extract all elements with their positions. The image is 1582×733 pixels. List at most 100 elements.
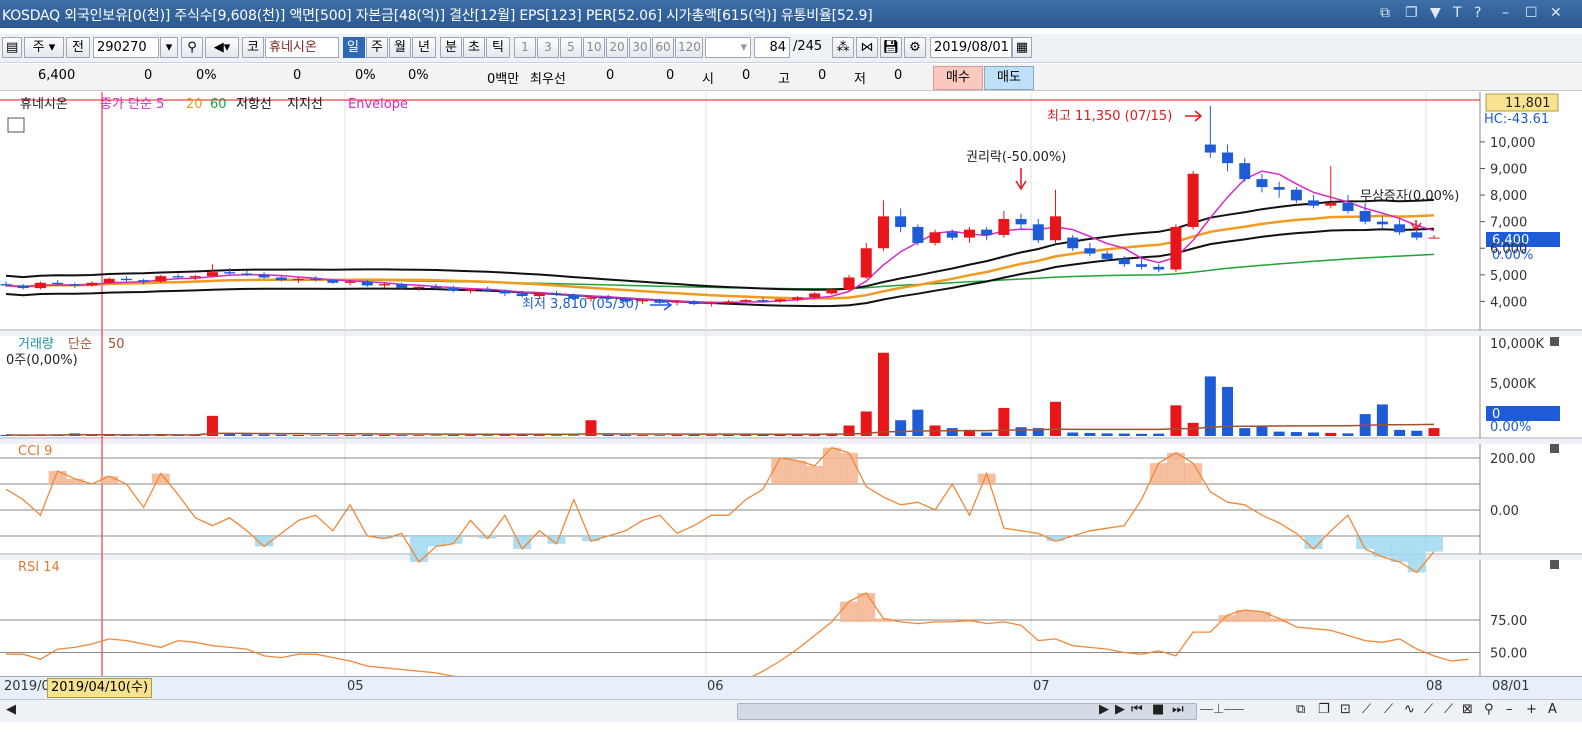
chart-canvas[interactable]: 휴네시온 종가 단순 5 20 60 저항선 지지선 Envelope 11,8… — [0, 92, 1582, 694]
pin-icon[interactable]: ▼ — [1430, 5, 1441, 21]
quote-bar: 6,400 0 0% 0 0% 0% 0백만 최우선 0 0 시 0 고 0 저… — [0, 64, 1582, 91]
scroll-left-icon[interactable]: ◀ — [6, 702, 16, 717]
interval-year[interactable]: 년 — [412, 37, 436, 58]
cci-overbought-fill — [771, 458, 790, 484]
minute-1[interactable]: 1 — [514, 37, 536, 58]
volume-bar — [1256, 426, 1268, 436]
market-label[interactable]: 코 — [242, 37, 264, 58]
minute-10[interactable]: 10 — [583, 37, 605, 58]
settings-gear-icon[interactable]: ⚙ — [904, 37, 926, 58]
buy-button[interactable]: 매수 — [933, 66, 983, 90]
help-icon[interactable]: ? — [1474, 5, 1481, 21]
search-icon[interactable]: ⚲ — [181, 37, 203, 58]
zoom-slider[interactable]: ⎯⎯⊥⎯⎯⎯ — [1200, 702, 1244, 717]
cci-overbought-fill — [65, 478, 84, 484]
calendar-icon[interactable]: ▦ — [1012, 37, 1032, 58]
candle-body — [275, 277, 287, 281]
legend-ma60: 60 — [210, 97, 227, 112]
copy-icon[interactable]: ❐ — [1405, 5, 1418, 21]
volume-bar — [757, 434, 769, 436]
indicator-add-icon[interactable]: ⋈ — [856, 37, 878, 58]
maximize-icon[interactable]: ☐ — [1525, 5, 1538, 21]
box-icon[interactable]: ⊠ — [1462, 702, 1473, 717]
candle-body — [172, 276, 184, 278]
sell-button[interactable]: 매도 — [984, 66, 1034, 90]
volume-panel-close-icon[interactable] — [1550, 337, 1559, 346]
interval-second[interactable]: 초 — [463, 37, 485, 58]
close-icon[interactable]: ✕ — [1550, 5, 1562, 21]
trend-icon[interactable]: ⟋ — [1424, 702, 1433, 717]
candle-body — [1325, 203, 1337, 206]
candle-body — [292, 278, 304, 281]
minute-3[interactable]: 3 — [537, 37, 559, 58]
candle-body — [895, 216, 907, 227]
chart-area[interactable]: 휴네시온 종가 단순 5 20 60 저항선 지지선 Envelope 11,8… — [0, 92, 1582, 694]
volume-bar — [671, 435, 683, 436]
minute-60[interactable]: 60 — [652, 37, 674, 58]
draw-line-icon[interactable]: ⟋ — [1362, 702, 1371, 717]
save-icon[interactable]: 💾︎ — [880, 37, 902, 58]
scroll-right-icon[interactable]: ▶ — [1099, 702, 1109, 717]
interval-minute[interactable]: 분 — [440, 37, 462, 58]
first-icon[interactable]: ⏮ — [1131, 702, 1143, 717]
candle-body — [568, 294, 580, 299]
cci-overbought-fill — [840, 452, 859, 484]
date-input[interactable]: 2019/08/01 — [930, 37, 1012, 58]
window-titlebar: KOSDAQ 외국인보유[0(천)] 주식수[9,608(천)] 액면[500]… — [0, 0, 1582, 28]
sound-icon[interactable]: ◀▾ — [205, 37, 239, 58]
volume-bar — [1049, 401, 1061, 436]
minute-30[interactable]: 30 — [629, 37, 651, 58]
draw-tool-icon[interactable]: ⟋ — [1384, 702, 1393, 717]
font-icon[interactable]: T — [1453, 5, 1462, 21]
volume-tick-label: 0.00% — [1490, 420, 1531, 435]
price-tick-label: 9,000 — [1490, 162, 1527, 177]
interval-tick[interactable]: 틱 — [486, 37, 510, 58]
custom-interval-select[interactable]: ▾ — [705, 37, 751, 58]
minute-20[interactable]: 20 — [606, 37, 628, 58]
candle-body — [465, 289, 477, 291]
volume-bar — [344, 435, 356, 436]
next-icon[interactable]: ⏭ — [1172, 702, 1184, 717]
rsi-panel-close-icon[interactable] — [1550, 560, 1559, 569]
play-icon[interactable]: ▶ — [1115, 702, 1125, 717]
code-dropdown-icon[interactable]: ▾ — [160, 37, 178, 58]
auto-label[interactable]: A — [1548, 702, 1557, 717]
period-select[interactable]: 주 ▾ — [24, 37, 64, 58]
chart-scrollbar[interactable]: ◀ ▶ ▶ ⏮ ■ ⏭ ⎯⎯⊥⎯⎯⎯ ⧉ ❐ ⊡ ⟋ ⟋ ∿ ⟋ ⟋ ⊠ ⚲ –… — [0, 699, 1582, 722]
layout-icon[interactable]: ⧉ — [1296, 702, 1305, 717]
cci-overbought-fill — [48, 471, 67, 484]
trend2-icon[interactable]: ⟋ — [1444, 702, 1453, 717]
scroll-thumb[interactable] — [737, 703, 1197, 720]
restore-icon[interactable]: ⧉ — [1380, 5, 1390, 21]
minute-5[interactable]: 5 — [560, 37, 582, 58]
stock-code-input[interactable]: 290270 — [93, 37, 159, 58]
minimize-icon[interactable]: – — [1502, 5, 1509, 21]
candle-body — [1376, 221, 1388, 225]
zoom-in-icon[interactable]: + — [1526, 702, 1537, 717]
window-icon[interactable]: ❐ — [1318, 702, 1330, 717]
high-label: 고 — [778, 72, 790, 87]
wave-icon[interactable]: ∿ — [1404, 702, 1415, 717]
stop-icon[interactable]: ■ — [1152, 702, 1164, 717]
prev-button[interactable]: 전 — [66, 37, 90, 58]
table-toggle-icon[interactable] — [7, 117, 25, 133]
compare-icon-2[interactable]: ⊡ — [1340, 702, 1351, 717]
compare-icon[interactable]: ⁂ — [832, 37, 854, 58]
candle-body — [1342, 203, 1354, 212]
minute-120[interactable]: 120 — [675, 37, 703, 58]
volume-bar — [1067, 432, 1079, 436]
interval-day[interactable]: 일 — [343, 37, 365, 58]
stock-name-field[interactable]: 휴네시온 — [265, 37, 339, 58]
volume-bar — [1222, 386, 1234, 436]
interval-month[interactable]: 월 — [389, 37, 411, 58]
hc-label: HC:-43.61 — [1484, 112, 1549, 127]
legend-envelope: Envelope — [348, 97, 408, 112]
panel-toggle-icon[interactable]: ▤ — [2, 37, 22, 58]
cci-panel-close-icon[interactable] — [1550, 444, 1559, 453]
candle-body — [34, 282, 46, 289]
interval-week[interactable]: 주 — [366, 37, 388, 58]
zoom-out-icon[interactable]: – — [1506, 702, 1513, 717]
count-input[interactable]: 84 — [754, 37, 790, 58]
x-axis: 2019/0 2019/04/10(수) 05 06 07 08 08/01 — [0, 676, 1582, 699]
magnifier-icon[interactable]: ⚲ — [1484, 702, 1494, 717]
